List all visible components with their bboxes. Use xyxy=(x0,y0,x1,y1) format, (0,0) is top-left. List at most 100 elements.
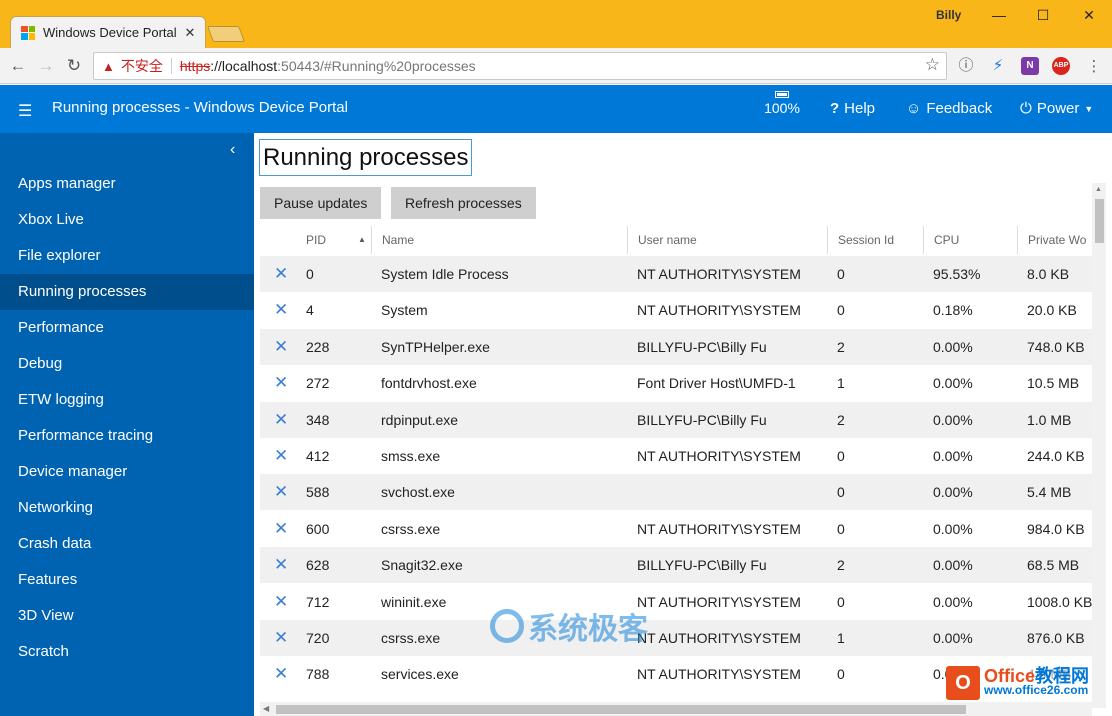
table-row[interactable]: ✕ 272 fontdrvhost.exe Font Driver Host\UMFD… xyxy=(260,365,1092,401)
new-tab-button[interactable] xyxy=(207,26,245,42)
end-process-icon[interactable]: ✕ xyxy=(274,292,288,328)
pause-updates-button[interactable]: Pause updates xyxy=(260,187,382,219)
cell-user-name: BILLYFU-PC\Billy Fu xyxy=(637,411,767,428)
close-window-icon[interactable]: ✕ xyxy=(1077,4,1101,26)
table-row[interactable]: ✕ 228 SynTPHelper.exe BILLYFU-PC\Billy Fu 2 0… xyxy=(260,328,1092,365)
sidebar-item-etw-logging[interactable]: ETW logging xyxy=(0,382,254,418)
end-process-icon[interactable]: ✕ xyxy=(274,365,288,401)
browser-titlebar: Windows Device Portal ✕ Billy — ☐ ✕ xyxy=(0,0,1112,48)
table-row[interactable]: ✕ 600 csrss.exe NT AUTHORITY\SYSTEM 0 0.00% 98… xyxy=(260,511,1092,547)
warning-icon[interactable]: ▲ xyxy=(102,59,115,74)
table-row[interactable]: ✕ 720 csrss.exe NT AUTHORITY\SYSTEM 1 0.00% 87… xyxy=(260,620,1092,656)
browser-menu-icon[interactable]: ⋮ xyxy=(1084,57,1104,77)
sidebar-item-performance-tracing[interactable]: Performance tracing xyxy=(0,418,254,454)
power-button[interactable]: ⏻ Power ▼ xyxy=(1020,100,1093,117)
sidebar-item-running-processes[interactable]: Running processes xyxy=(0,274,254,310)
table-row[interactable]: ✕ 348 rdpinput.exe BILLYFU-PC\Billy Fu 2 0.00… xyxy=(260,401,1092,438)
cell-session-id: 0 xyxy=(837,484,845,501)
cell-user-name: BILLYFU-PC\Billy Fu xyxy=(637,338,767,355)
scrollbar-thumb[interactable] xyxy=(276,705,966,714)
cell-name: System xyxy=(381,302,428,319)
end-process-icon[interactable]: ✕ xyxy=(274,620,288,656)
end-process-icon[interactable]: ✕ xyxy=(274,656,288,692)
table-row[interactable]: ✕ 628 Snagit32.exe BILLYFU-PC\Billy Fu 2 0.00… xyxy=(260,547,1092,584)
sidebar-item-3d-view[interactable]: 3D View xyxy=(0,598,254,634)
sidebar-item-apps-manager[interactable]: Apps manager xyxy=(0,166,254,202)
sidebar-item-networking[interactable]: Networking xyxy=(0,490,254,526)
office-watermark-text: Office教程网 www.office26.com xyxy=(984,667,1089,697)
cell-pid: 272 xyxy=(306,375,330,392)
sidebar-item-debug[interactable]: Debug xyxy=(0,346,254,382)
refresh-processes-button[interactable]: Refresh processes xyxy=(391,187,536,219)
cell-name: rdpinput.exe xyxy=(381,411,459,428)
battery-icon xyxy=(775,91,789,98)
table-row[interactable]: ✕ 4 System NT AUTHORITY\SYSTEM 0 0.18% 20.0 KB xyxy=(260,292,1092,328)
hamburger-menu-icon[interactable]: ☰ xyxy=(18,101,32,121)
battery-text: 100% xyxy=(764,100,800,116)
forward-icon[interactable]: → xyxy=(36,56,56,76)
column-header-session-id[interactable]: Session Id xyxy=(827,226,923,254)
cell-session-id: 2 xyxy=(837,411,845,428)
sidebar-item-scratch[interactable]: Scratch xyxy=(0,634,254,670)
scrollbar-thumb[interactable] xyxy=(1095,199,1104,243)
address-bar[interactable]: ▲ 不安全 https ://localhost :50443/#Running… xyxy=(93,52,947,80)
minimize-icon[interactable]: — xyxy=(987,4,1011,26)
table-row[interactable]: ✕ 712 wininit.exe NT AUTHORITY\SYSTEM 0 0.00%… xyxy=(260,584,1092,620)
profile-name[interactable]: Billy xyxy=(936,8,961,22)
end-process-icon[interactable]: ✕ xyxy=(274,511,288,547)
sidebar-item-crash-data[interactable]: Crash data xyxy=(0,526,254,562)
security-label[interactable]: 不安全 xyxy=(121,56,163,76)
url-path: :50443/#Running%20processes xyxy=(277,58,476,74)
cell-name: wininit.exe xyxy=(381,593,447,610)
end-process-icon[interactable]: ✕ xyxy=(274,584,288,620)
cell-cpu: 0.00% xyxy=(933,411,973,428)
browser-tab[interactable]: Windows Device Portal ✕ xyxy=(10,16,206,48)
back-icon[interactable]: ← xyxy=(8,56,28,76)
bookmark-star-icon[interactable]: ☆ xyxy=(925,55,940,75)
column-header-private-working-set[interactable]: Private Wo xyxy=(1017,226,1092,254)
table-row[interactable]: ✕ 412 smss.exe NT AUTHORITY\SYSTEM 0 0.00% 244… xyxy=(260,438,1092,474)
cell-user-name: NT AUTHORITY\SYSTEM xyxy=(637,266,801,282)
end-process-icon[interactable]: ✕ xyxy=(274,329,288,365)
cell-cpu: 0.00% xyxy=(933,338,973,355)
smiley-icon: ☺ xyxy=(906,100,922,117)
sidebar: ‹ Apps manager Xbox Live File explorer R… xyxy=(0,133,254,716)
column-header-user-name[interactable]: User name xyxy=(627,226,827,254)
sidebar-item-xbox-live[interactable]: Xbox Live xyxy=(0,202,254,238)
sidebar-item-performance[interactable]: Performance xyxy=(0,310,254,346)
cell-cpu: 0.00% xyxy=(933,448,973,464)
column-header-pid[interactable]: PID ▲ xyxy=(296,226,371,254)
reload-icon[interactable]: ↻ xyxy=(64,56,84,76)
cell-cpu: 95.53% xyxy=(933,266,981,282)
feedback-button[interactable]: ☺ Feedback xyxy=(906,100,992,117)
watermark-logo: 系统极客 xyxy=(490,604,648,648)
end-process-icon[interactable]: ✕ xyxy=(274,547,288,583)
help-button[interactable]: ? Help xyxy=(830,100,875,117)
cell-name: System Idle Process xyxy=(381,266,509,282)
end-process-icon[interactable]: ✕ xyxy=(274,438,288,474)
vertical-scrollbar[interactable]: ▲ xyxy=(1092,183,1106,708)
adblock-extension-icon[interactable]: ABP xyxy=(1052,57,1070,75)
table-row[interactable]: ✕ 0 System Idle Process NT AUTHORITY\SYSTEM… xyxy=(260,256,1092,292)
end-process-icon[interactable]: ✕ xyxy=(274,402,288,438)
sidebar-item-device-manager[interactable]: Device manager xyxy=(0,454,254,490)
end-process-icon[interactable]: ✕ xyxy=(274,474,288,510)
cell-session-id: 1 xyxy=(837,375,845,392)
sidebar-item-features[interactable]: Features xyxy=(0,562,254,598)
end-process-icon[interactable]: ✕ xyxy=(274,256,288,292)
cell-private-working-set: 984.0 KB xyxy=(1027,520,1085,537)
column-header-name[interactable]: Name xyxy=(371,226,627,254)
column-header-cpu[interactable]: CPU xyxy=(923,226,1017,254)
scroll-up-icon[interactable]: ▲ xyxy=(1095,186,1102,193)
tab-close-icon[interactable]: ✕ xyxy=(181,25,199,41)
info-icon[interactable]: ⓘ xyxy=(956,56,976,76)
onenote-extension-icon[interactable]: N xyxy=(1021,57,1039,75)
sidebar-item-file-explorer[interactable]: File explorer xyxy=(0,238,254,274)
bolt-extension-icon[interactable]: ⚡ xyxy=(989,57,1007,75)
watermark-text: 系统极客 xyxy=(528,613,648,646)
horizontal-scrollbar[interactable]: ◀ xyxy=(260,702,1092,716)
table-row[interactable]: ✕ 588 svchost.exe 0 0.00% 5.4 MB xyxy=(260,474,1092,511)
maximize-icon[interactable]: ☐ xyxy=(1031,4,1055,26)
collapse-sidebar-icon[interactable]: ‹ xyxy=(230,141,235,159)
scroll-left-icon[interactable]: ◀ xyxy=(263,704,269,713)
